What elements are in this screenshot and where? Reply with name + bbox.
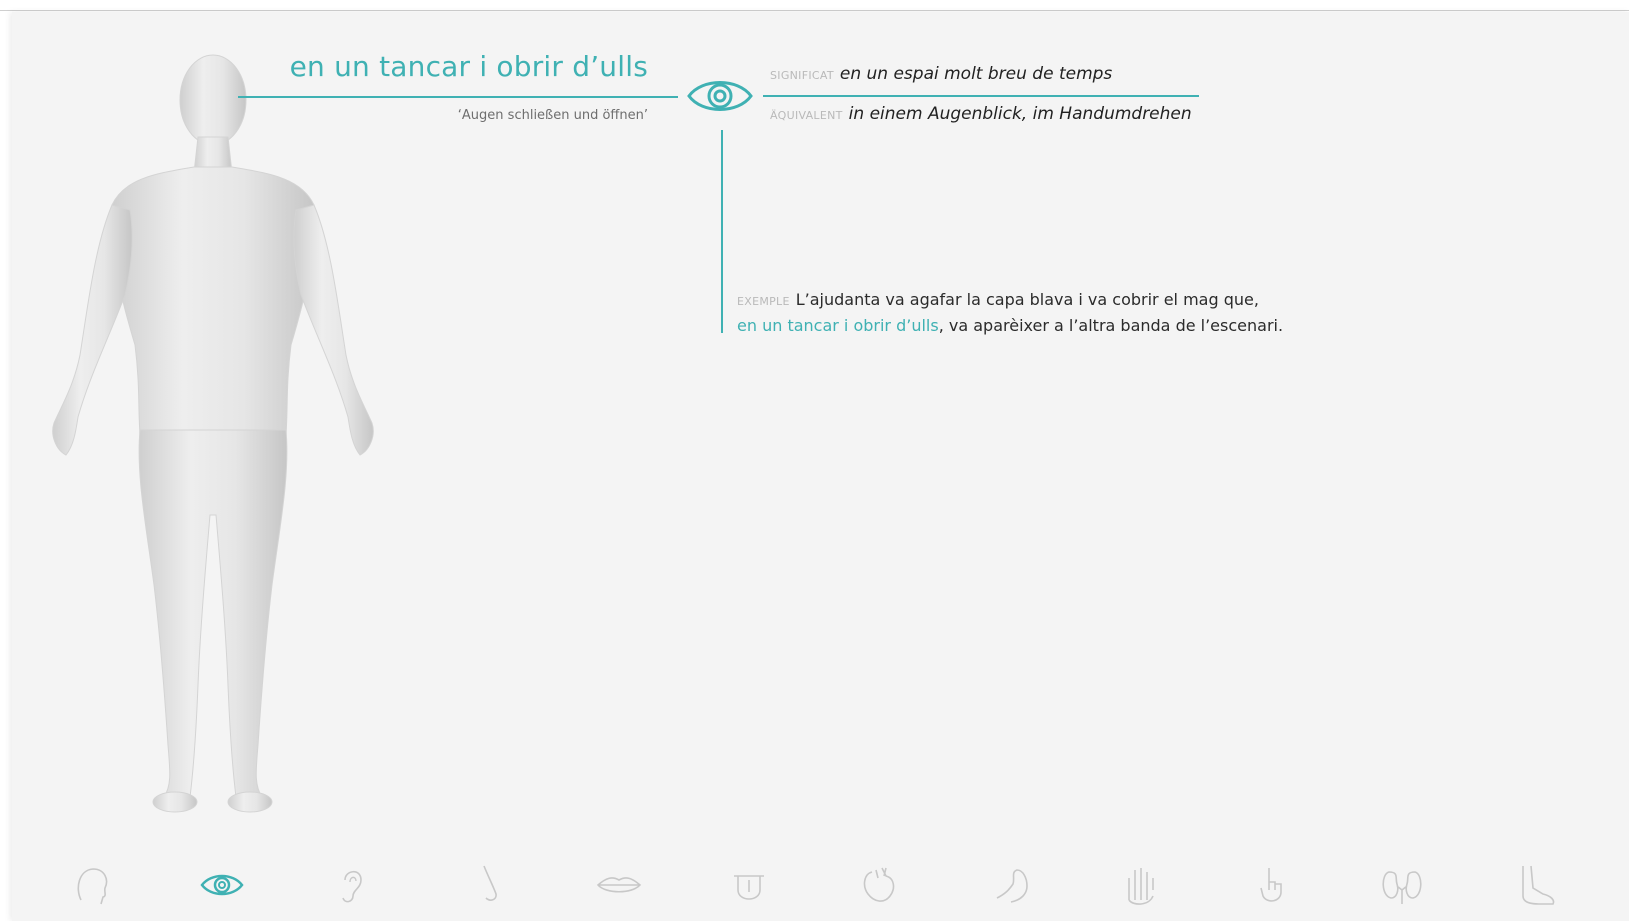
arm-muscle-icon[interactable] xyxy=(987,860,1037,910)
title-underline xyxy=(238,96,678,98)
significat-text: en un espai molt breu de temps xyxy=(839,64,1113,84)
eye-icon xyxy=(687,81,753,111)
example-block: EXEMPLE L’ajudanta va agafar la capa blav… xyxy=(737,288,1357,338)
aquivalent-row: ÄQUIVALENT in einem Augenblick, im Handum… xyxy=(770,104,1192,124)
body-part-toolbar xyxy=(12,860,1629,921)
heart-icon[interactable] xyxy=(854,860,904,910)
ear-icon[interactable] xyxy=(327,860,377,910)
top-divider xyxy=(0,10,1629,11)
foot-icon[interactable] xyxy=(1509,860,1559,910)
kidneys-icon[interactable] xyxy=(1377,860,1427,910)
significat-label: SIGNIFICAT xyxy=(770,69,834,82)
example-label: EXEMPLE xyxy=(737,295,790,308)
lips-icon[interactable] xyxy=(594,860,644,910)
finger-icon[interactable] xyxy=(1247,860,1297,910)
eye-icon-tab[interactable] xyxy=(197,860,247,910)
head-icon[interactable] xyxy=(67,860,117,910)
example-line1: L’ajudanta va agafar la capa blava i va … xyxy=(795,290,1259,309)
tongue-icon[interactable] xyxy=(724,860,774,910)
phrase-title: en un tancar i obrir d’ulls xyxy=(289,50,648,83)
example-rest: , va aparèixer a l’altra banda de l’esce… xyxy=(938,316,1284,335)
phrase-translation: ‘Augen schließen und öffnen’ xyxy=(457,108,648,123)
connector-line xyxy=(721,130,723,333)
hand-icon[interactable] xyxy=(1115,860,1165,910)
definition-divider xyxy=(763,95,1199,97)
nose-icon[interactable] xyxy=(462,860,512,910)
aquivalent-label: ÄQUIVALENT xyxy=(770,109,843,122)
significat-row: SIGNIFICAT en un espai molt breu de temps xyxy=(770,64,1112,84)
human-body-figure xyxy=(52,54,374,813)
aquivalent-text: in einem Augenblick, im Handumdrehen xyxy=(848,104,1192,124)
example-highlight: en un tancar i obrir d’ulls xyxy=(737,316,939,335)
